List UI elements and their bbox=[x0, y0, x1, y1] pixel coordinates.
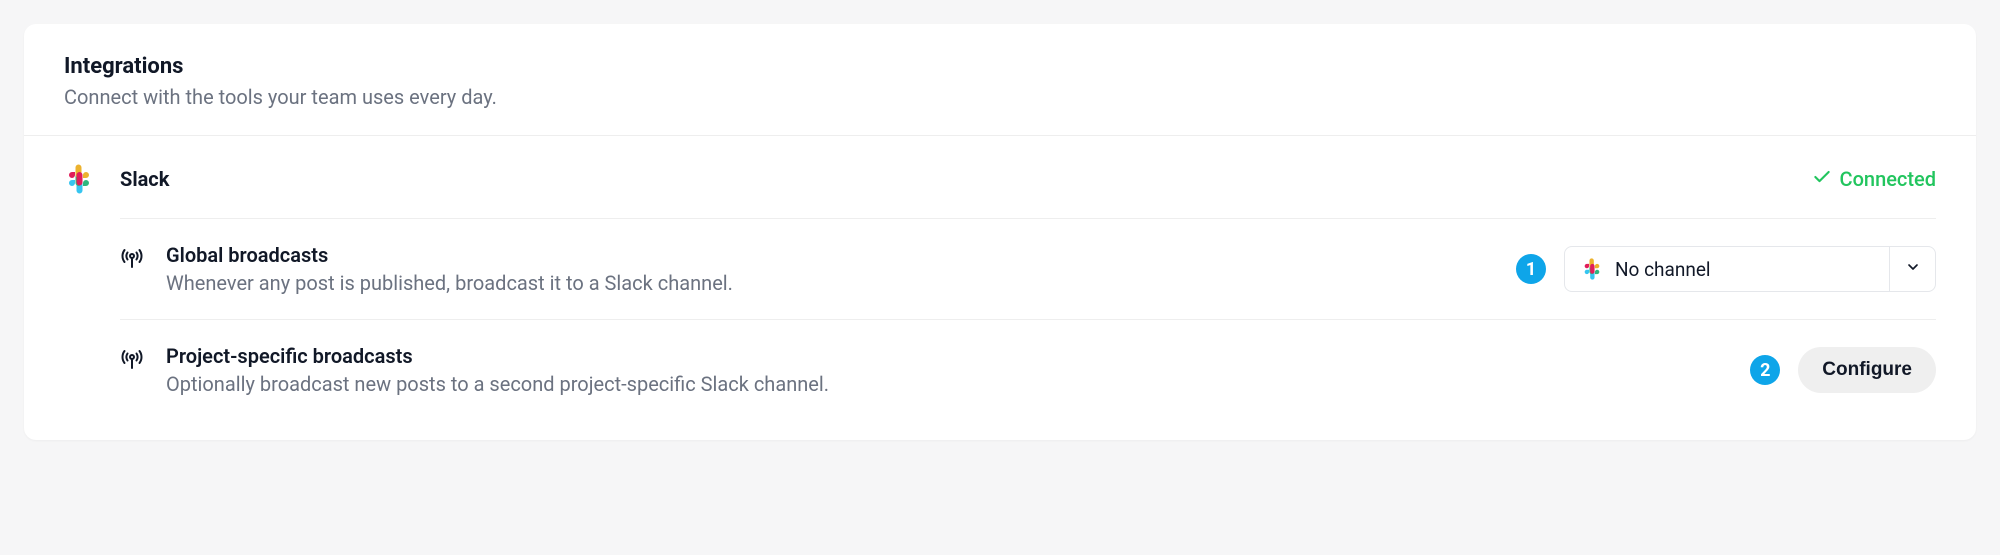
check-icon bbox=[1812, 167, 1832, 192]
setting-desc-project: Optionally broadcast new posts to a seco… bbox=[166, 372, 829, 396]
setting-text: Project-specific broadcasts Optionally b… bbox=[166, 344, 829, 396]
step-badge-1: 1 bbox=[1516, 254, 1546, 284]
setting-right: 2 Configure bbox=[1750, 347, 1936, 393]
broadcast-icon bbox=[120, 245, 144, 269]
connection-status-label: Connected bbox=[1840, 167, 1936, 191]
setting-row-global: Global broadcasts Whenever any post is p… bbox=[120, 218, 1936, 319]
slack-logo-icon bbox=[64, 164, 94, 194]
connection-status: Connected bbox=[1812, 167, 1936, 192]
channel-select[interactable]: No channel bbox=[1564, 246, 1936, 292]
channel-select-chevron[interactable] bbox=[1889, 247, 1935, 291]
integrations-card: Integrations Connect with the tools your… bbox=[24, 24, 1976, 440]
broadcast-icon bbox=[120, 346, 144, 370]
configure-button[interactable]: Configure bbox=[1798, 347, 1936, 393]
integration-left: Slack bbox=[64, 164, 169, 194]
setting-title-global: Global broadcasts bbox=[166, 243, 733, 267]
settings-list: Global broadcasts Whenever any post is p… bbox=[120, 218, 1936, 420]
page-title: Integrations bbox=[64, 54, 1936, 79]
card-bottom-pad bbox=[24, 420, 1976, 440]
integration-header: Slack Connected bbox=[24, 136, 1976, 218]
slack-mini-icon bbox=[1581, 258, 1603, 280]
channel-select-value: No channel bbox=[1615, 258, 1711, 281]
page-subtitle: Connect with the tools your team uses ev… bbox=[64, 85, 1936, 109]
setting-row-project: Project-specific broadcasts Optionally b… bbox=[120, 319, 1936, 420]
setting-text: Global broadcasts Whenever any post is p… bbox=[166, 243, 733, 295]
setting-left: Global broadcasts Whenever any post is p… bbox=[120, 243, 1498, 295]
integration-name: Slack bbox=[120, 167, 169, 191]
chevron-down-icon bbox=[1905, 259, 1921, 279]
step-badge-2: 2 bbox=[1750, 355, 1780, 385]
setting-right: 1 No channel bbox=[1516, 246, 1936, 292]
channel-select-main[interactable]: No channel bbox=[1565, 247, 1889, 291]
setting-left: Project-specific broadcasts Optionally b… bbox=[120, 344, 1732, 396]
card-header: Integrations Connect with the tools your… bbox=[24, 24, 1976, 136]
setting-title-project: Project-specific broadcasts bbox=[166, 344, 829, 368]
setting-desc-global: Whenever any post is published, broadcas… bbox=[166, 271, 733, 295]
